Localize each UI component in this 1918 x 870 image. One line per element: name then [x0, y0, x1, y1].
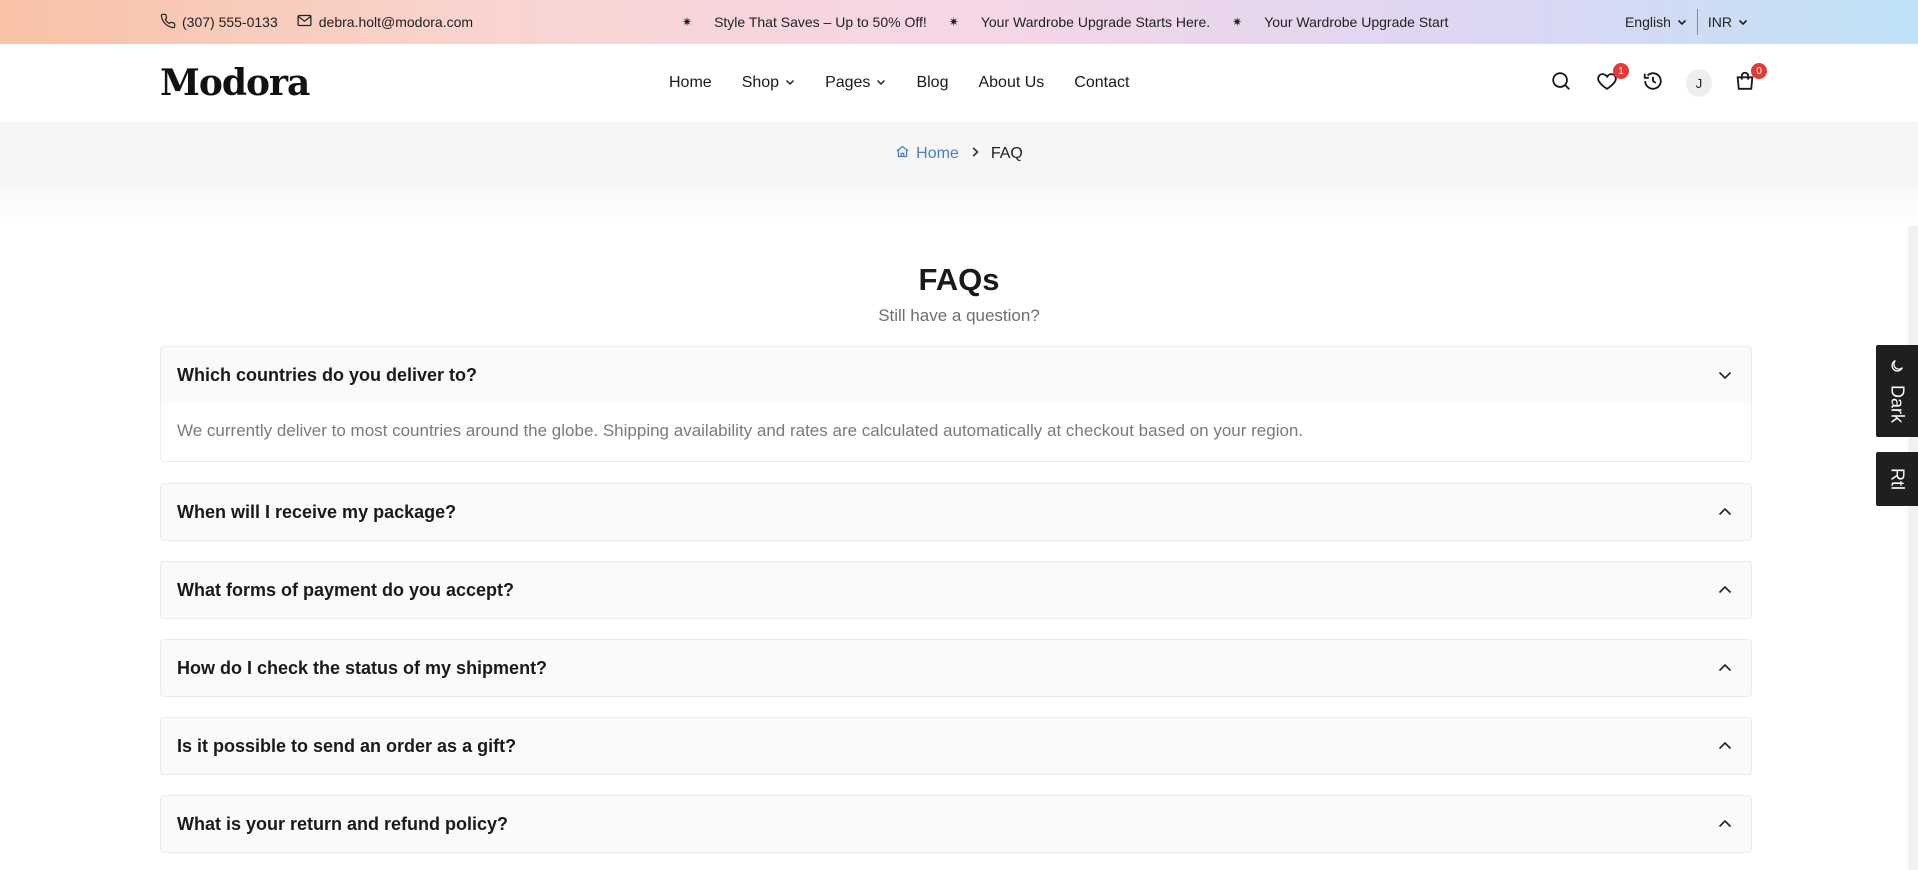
main-nav: Home Shop Pages Blog About Us Contact — [669, 44, 1129, 122]
faq-item: When will I receive my package? — [160, 483, 1752, 541]
nav-label: Home — [669, 74, 712, 91]
search-icon — [1550, 70, 1572, 97]
breadcrumb-band: Home FAQ — [0, 122, 1918, 186]
chevron-down-icon — [876, 74, 886, 92]
cart-count-badge: 0 — [1751, 63, 1767, 79]
locale-selectors: English INR — [1615, 0, 1758, 44]
wishlist-count-badge: 1 — [1613, 63, 1629, 79]
rtl-toggle[interactable]: Rtl — [1876, 452, 1918, 506]
faq-question: What is your return and refund policy? — [177, 813, 509, 834]
home-icon — [895, 144, 910, 164]
chevron-up-icon — [1715, 658, 1735, 678]
chevron-right-icon — [969, 145, 981, 163]
avatar: J — [1686, 69, 1712, 97]
page-subtitle: Still have a question? — [878, 306, 1040, 325]
faq-question: What forms of payment do you accept? — [177, 579, 515, 600]
nav-label: Contact — [1074, 74, 1130, 91]
faq-item: How do I check the status of my shipment… — [160, 639, 1752, 697]
sparkle-icon: ✷ — [682, 15, 693, 29]
faq-question-toggle[interactable]: When will I receive my package? — [161, 484, 1751, 540]
breadcrumb-current: FAQ — [990, 145, 1023, 162]
sparkle-icon: ✷ — [948, 15, 959, 29]
chevron-up-icon — [1715, 736, 1735, 756]
faq-question: How do I check the status of my shipment… — [177, 657, 548, 678]
nav-item-pages[interactable]: Pages — [825, 74, 886, 92]
account-button[interactable]: J — [1686, 69, 1712, 97]
nav-item-shop[interactable]: Shop — [742, 74, 795, 92]
chevron-down-icon — [1738, 14, 1748, 30]
chevron-up-icon — [1715, 580, 1735, 600]
breadcrumb: Home FAQ — [0, 122, 1918, 186]
faq-question: Which countries do you deliver to? — [177, 364, 478, 385]
faq-question-toggle[interactable]: How do I check the status of my shipment… — [161, 640, 1751, 696]
promo-marquee: ✷ Style That Saves – Up to 50% Off! ✷ Yo… — [682, 0, 1448, 44]
nav-label: Pages — [825, 74, 871, 91]
email-address: debra.holt@modora.com — [318, 14, 474, 30]
chevron-up-icon — [1715, 502, 1735, 522]
site-logo[interactable]: Modora — [160, 62, 310, 104]
selector-divider — [1696, 9, 1698, 35]
nav-item-home[interactable]: Home — [669, 74, 712, 92]
faq-question-toggle[interactable]: Is it possible to send an order as a gif… — [161, 718, 1751, 774]
language-select[interactable]: English — [1615, 14, 1697, 30]
announcement-bar: (307) 555-0133 debra.holt@modora.com ✷ S… — [0, 0, 1918, 44]
header-actions: 1 J 0 — [1548, 44, 1767, 122]
nav-label: Blog — [916, 74, 949, 91]
faq-question: Is it possible to send an order as a gif… — [177, 735, 517, 756]
section-shadow — [0, 186, 1918, 226]
faq-item: What is your return and refund policy? — [160, 795, 1752, 853]
faq-question: When will I receive my package? — [177, 501, 457, 522]
breadcrumb-home-link[interactable]: Home — [895, 144, 959, 164]
faq-question-toggle[interactable]: What is your return and refund policy? — [161, 796, 1751, 852]
mail-icon — [296, 12, 313, 32]
nav-item-blog[interactable]: Blog — [916, 74, 948, 92]
language-value: English — [1624, 14, 1671, 30]
chevron-down-icon — [785, 74, 795, 92]
site-header: Modora Home Shop Pages Blog About Us Con… — [0, 44, 1918, 122]
currency-select[interactable]: INR — [1698, 14, 1758, 30]
dark-mode-label: Dark — [1887, 385, 1908, 424]
promo-text: Style That Saves – Up to 50% Off! — [714, 14, 927, 30]
search-button[interactable] — [1548, 70, 1574, 96]
faq-item: Which countries do you deliver to? We cu… — [160, 346, 1752, 462]
nav-item-about[interactable]: About Us — [978, 74, 1044, 92]
promo-text: Your Wardrobe Upgrade Start — [1264, 14, 1449, 30]
currency-value: INR — [1707, 14, 1732, 30]
rtl-label: Rtl — [1887, 468, 1908, 490]
chevron-down-icon — [1715, 365, 1735, 385]
faq-item: What forms of payment do you accept? — [160, 561, 1752, 619]
dark-mode-toggle[interactable]: Dark — [1876, 345, 1918, 437]
chevron-up-icon — [1715, 814, 1735, 834]
recently-viewed-button[interactable] — [1640, 70, 1666, 96]
history-icon — [1642, 70, 1664, 97]
moon-icon — [1889, 358, 1905, 379]
phone-icon — [160, 13, 176, 32]
chevron-down-icon — [1677, 14, 1687, 30]
faq-question-toggle[interactable]: What forms of payment do you accept? — [161, 562, 1751, 618]
faq-item: Is it possible to send an order as a gif… — [160, 717, 1752, 775]
phone-link[interactable]: (307) 555-0133 — [160, 13, 278, 32]
page-title: FAQs — [918, 262, 1000, 297]
nav-label: About Us — [978, 74, 1045, 91]
breadcrumb-home-label: Home — [916, 145, 959, 162]
contact-info: (307) 555-0133 debra.holt@modora.com — [160, 0, 473, 44]
email-link[interactable]: debra.holt@modora.com — [296, 12, 473, 32]
dark-mode-label-group: Dark — [1887, 358, 1908, 424]
promo-text: Your Wardrobe Upgrade Starts Here. — [980, 14, 1211, 30]
nav-label: Shop — [741, 74, 780, 91]
cart-button[interactable]: 0 — [1732, 63, 1767, 96]
nav-item-contact[interactable]: Contact — [1074, 74, 1129, 92]
sparkle-icon: ✷ — [1232, 15, 1243, 29]
phone-number: (307) 555-0133 — [182, 14, 278, 30]
faq-question-toggle[interactable]: Which countries do you deliver to? — [161, 347, 1751, 403]
wishlist-button[interactable]: 1 — [1594, 63, 1629, 96]
faq-answer: We currently deliver to most countries a… — [161, 403, 1751, 461]
